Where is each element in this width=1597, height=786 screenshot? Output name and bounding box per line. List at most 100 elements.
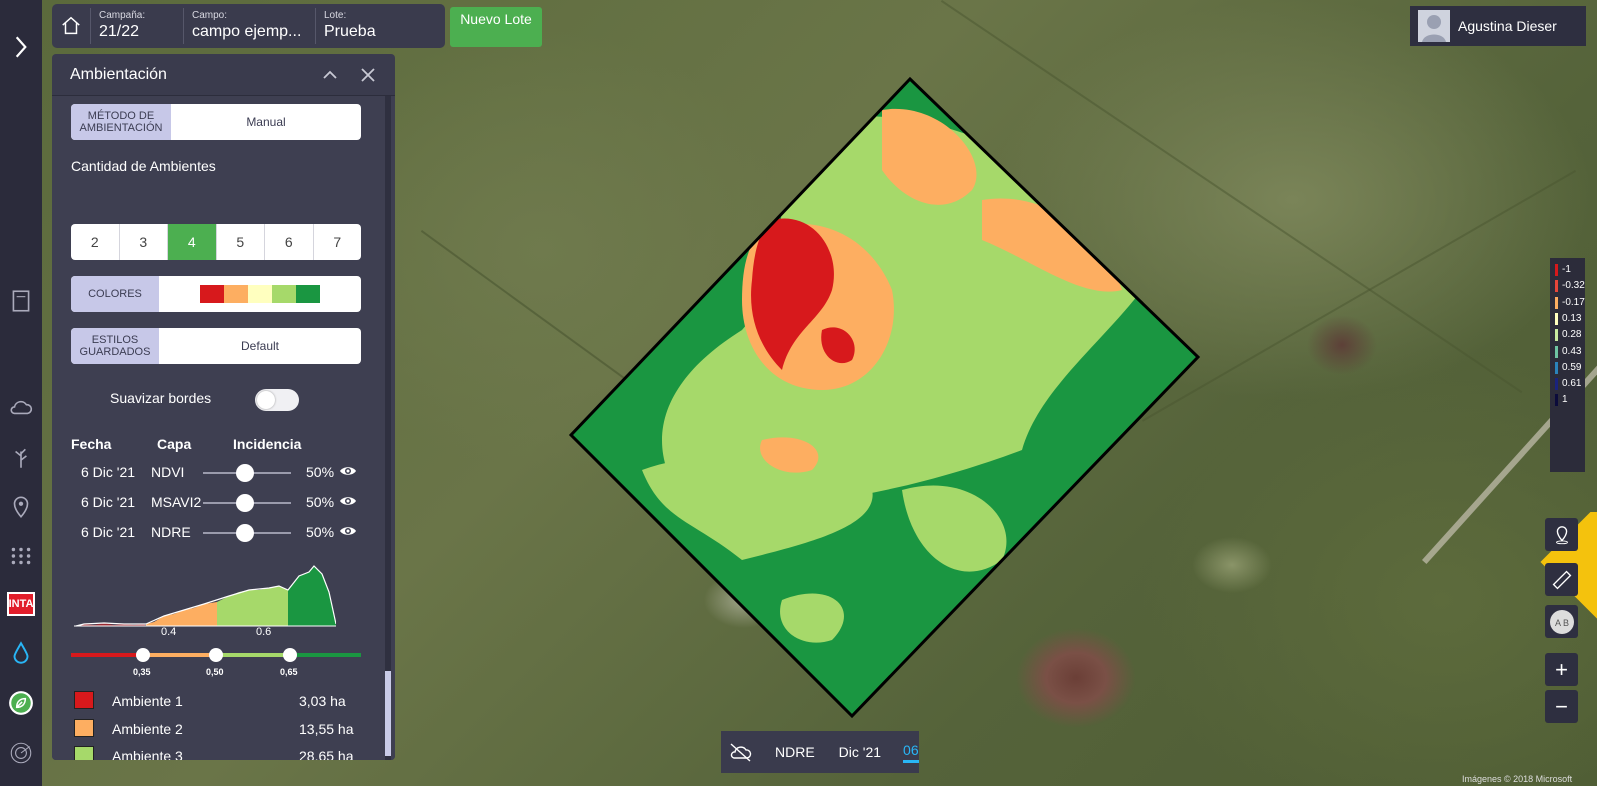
- notebook-icon[interactable]: [6, 286, 36, 316]
- toggle-knob: [257, 391, 275, 409]
- count-option-6[interactable]: 6: [265, 224, 314, 260]
- lot-label: Lote:: [324, 10, 347, 21]
- lot-selector[interactable]: Lote: Prueba: [316, 4, 426, 48]
- method-key: MÉTODO DE AMBIENTACIÓN: [71, 104, 171, 140]
- histogram: [74, 565, 336, 627]
- environment-count-selector[interactable]: 234567: [71, 224, 361, 260]
- legend-swatch: [1555, 312, 1558, 325]
- color-swatch: [296, 285, 320, 303]
- environment-area: 3,03 ha: [299, 693, 346, 709]
- environment-name: Ambiente 2: [112, 720, 183, 737]
- expand-chevron-icon[interactable]: [6, 32, 36, 62]
- zoom-out-button[interactable]: −: [1545, 690, 1578, 723]
- legend-swatch: [1555, 394, 1558, 407]
- left-nav-rail: INTA: [0, 0, 42, 786]
- incidence-value: 50%: [306, 524, 335, 540]
- panel-title: Ambientación: [70, 65, 167, 83]
- crop-icon[interactable]: [6, 443, 36, 473]
- location-pin-icon[interactable]: [6, 492, 36, 522]
- scrollbar[interactable]: [385, 96, 391, 760]
- color-swatch: [224, 285, 248, 303]
- cloud-off-icon[interactable]: [721, 741, 761, 763]
- styles-value: Default: [240, 339, 280, 353]
- svg-text:A: A: [1555, 618, 1561, 628]
- zoom-in-button[interactable]: +: [1545, 653, 1578, 686]
- collapse-chevron-icon[interactable]: [319, 64, 341, 86]
- inta-logo-icon[interactable]: INTA: [7, 592, 35, 616]
- styles-selector[interactable]: ESTILOS GUARDADOS Default: [71, 328, 361, 364]
- lot-value: Prueba: [324, 23, 376, 40]
- layer-name: NDRE: [151, 524, 191, 540]
- method-selector[interactable]: MÉTODO DE AMBIENTACIÓN Manual: [71, 104, 361, 140]
- day-selector[interactable]: 06: [903, 742, 919, 763]
- map-pin-tool-icon[interactable]: [1545, 518, 1578, 551]
- count-option-7[interactable]: 7: [314, 224, 362, 260]
- layer-row: 6 Dic '21 MSAVI2 50%: [52, 492, 382, 512]
- header-date: Fecha: [71, 436, 112, 452]
- threshold-label: 0,35: [133, 667, 151, 677]
- method-value: Manual: [246, 115, 286, 129]
- new-lot-button[interactable]: Nuevo Lote: [450, 7, 542, 47]
- environment-row: Ambiente 2 13,55 ha: [72, 718, 382, 739]
- count-option-3[interactable]: 3: [120, 224, 168, 260]
- legend-label: 0.61: [1562, 378, 1582, 390]
- environment-color[interactable]: [74, 691, 94, 709]
- scrollbar-thumb[interactable]: [385, 671, 391, 756]
- count-option-5[interactable]: 5: [217, 224, 265, 260]
- leaf-badge-icon[interactable]: [6, 688, 36, 718]
- threshold-handle[interactable]: [136, 648, 150, 662]
- legend-swatch: [1555, 345, 1558, 358]
- panel-body: MÉTODO DE AMBIENTACIÓN Manual Cantidad d…: [52, 96, 395, 760]
- legend-swatch: [1555, 280, 1558, 293]
- environment-color[interactable]: [74, 746, 94, 760]
- grid-dots-icon[interactable]: [6, 541, 36, 571]
- threshold-handle[interactable]: [209, 648, 223, 662]
- environment-area: 28,65 ha: [299, 748, 354, 760]
- incidence-value: 50%: [306, 494, 335, 510]
- incidence-slider-handle[interactable]: [236, 524, 254, 542]
- home-icon[interactable]: [52, 4, 90, 48]
- eye-icon[interactable]: [339, 522, 357, 543]
- histogram-tick: 0.4: [161, 626, 177, 638]
- colors-selector[interactable]: COLORES: [71, 276, 361, 312]
- field-value: campo ejemp...: [192, 23, 302, 40]
- layer-name: MSAVI2: [151, 494, 202, 510]
- user-menu[interactable]: Agustina Dieser: [1410, 6, 1586, 46]
- campaign-selector[interactable]: Campaña: 21/22: [91, 4, 183, 48]
- month-selector[interactable]: Dic '21: [839, 744, 881, 760]
- breadcrumb: Campaña: 21/22 Campo: campo ejemp... Lot…: [52, 4, 445, 48]
- layer-row: 6 Dic '21 NDVI 50%: [52, 462, 382, 482]
- svg-text:B: B: [1563, 618, 1569, 628]
- legend-label: 0.28: [1562, 329, 1582, 341]
- color-swatches: [159, 276, 361, 312]
- compare-ab-icon[interactable]: AB: [1545, 605, 1578, 638]
- ruler-icon[interactable]: [1545, 563, 1578, 596]
- index-selector[interactable]: NDRE: [775, 744, 815, 760]
- water-drop-icon[interactable]: [6, 638, 36, 668]
- date-layer-bar: NDRE Dic '21 06: [721, 731, 919, 773]
- incidence-slider-handle[interactable]: [236, 464, 254, 482]
- radar-icon[interactable]: [6, 738, 36, 768]
- eye-icon[interactable]: [339, 462, 357, 483]
- header-incidence: Incidencia: [233, 436, 302, 452]
- environment-row: Ambiente 1 3,03 ha: [72, 691, 382, 711]
- layer-name: NDVI: [151, 464, 185, 480]
- eye-icon[interactable]: [339, 492, 357, 513]
- layer-date: 6 Dic '21: [81, 494, 136, 510]
- environment-area: 13,55 ha: [299, 720, 354, 737]
- layer-date: 6 Dic '21: [81, 524, 136, 540]
- legend-swatch: [1555, 378, 1558, 391]
- legend-swatch: [1555, 296, 1558, 309]
- count-option-2[interactable]: 2: [71, 224, 120, 260]
- environment-color[interactable]: [74, 718, 94, 737]
- field-selector[interactable]: Campo: campo ejemp...: [184, 4, 315, 48]
- layer-date: 6 Dic '21: [81, 464, 136, 480]
- count-option-4[interactable]: 4: [168, 224, 217, 260]
- map-legend: -1 -0.32 -0.17 0.13 0.28 0.43 0.59 0.61 1: [1550, 258, 1585, 472]
- close-icon[interactable]: [357, 64, 379, 86]
- legend-swatch: [1555, 264, 1558, 276]
- incidence-slider-handle[interactable]: [236, 494, 254, 512]
- cloud-icon[interactable]: [6, 393, 36, 423]
- smooth-edges-toggle[interactable]: [255, 389, 299, 411]
- threshold-handle[interactable]: [283, 648, 297, 662]
